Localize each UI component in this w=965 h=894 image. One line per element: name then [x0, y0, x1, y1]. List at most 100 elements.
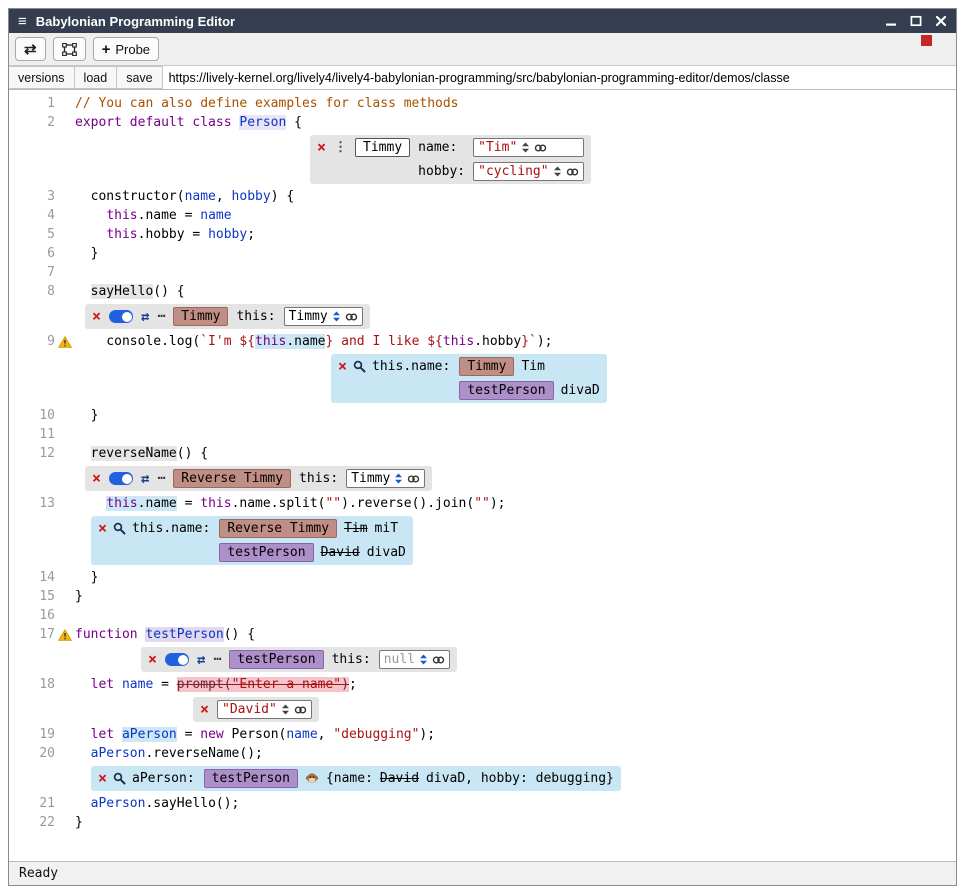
code-token: .name [286, 334, 325, 349]
switch-instance-icon[interactable]: ⇄ [141, 309, 149, 325]
code-line[interactable]: 3 constructor(name, hobby) { [9, 187, 956, 206]
code-token [114, 727, 122, 742]
drag-handle-icon[interactable]: ⋮ [334, 140, 347, 155]
value-box[interactable]: "David" [217, 700, 312, 719]
code-token: = [177, 496, 200, 511]
widget-close-button[interactable]: × [148, 653, 157, 666]
code-line[interactable]: 21 aPerson.sayHello(); [9, 794, 956, 813]
example-toggle-on[interactable] [109, 310, 133, 323]
example-toggle-on[interactable] [109, 472, 133, 485]
code-line[interactable]: 22} [9, 813, 956, 832]
this-selector[interactable]: Timmy [284, 307, 363, 326]
widget-close-button[interactable]: × [98, 522, 107, 535]
code-line[interactable]: 18 let name = prompt("Enter a name"); [9, 675, 956, 694]
probe-head: ×aPerson: [98, 771, 195, 786]
value-box[interactable]: "cycling" [473, 162, 583, 181]
code-line[interactable]: 2export default class Person { [9, 113, 956, 132]
this-selector[interactable]: null [379, 650, 450, 669]
code-text: } [75, 587, 83, 606]
example-toggle-on[interactable] [165, 653, 189, 666]
code-line[interactable]: 5 this.hobby = hobby; [9, 225, 956, 244]
this-selector[interactable]: Timmy [346, 469, 425, 488]
example-name-badge[interactable]: Timmy [173, 307, 228, 326]
example-name-badge[interactable]: Reverse Timmy [173, 469, 291, 488]
app-window: ≡ Babylonian Programming Editor ⇄ [8, 8, 957, 886]
code-line[interactable]: 11 [9, 425, 956, 444]
load-button[interactable]: load [74, 66, 118, 89]
swap-editors-button[interactable]: ⇄ [15, 37, 46, 61]
widget-close-button[interactable]: × [98, 772, 107, 785]
probe-value: divaD [367, 545, 406, 560]
code-line[interactable]: 1// You can also define examples for cla… [9, 94, 956, 113]
code-line[interactable]: 16 [9, 606, 956, 625]
line-gutter: 4 [9, 206, 75, 225]
switch-instance-icon[interactable]: ⇄ [197, 652, 205, 668]
widget-close-button[interactable]: × [92, 310, 101, 323]
widget-close-button[interactable]: × [338, 360, 347, 373]
status-text: Ready [19, 866, 58, 881]
code-text: let name = prompt("Enter a name"); [75, 675, 357, 694]
spinner-arrows-icon [394, 472, 403, 485]
instance-badge[interactable]: Reverse Timmy [219, 519, 337, 538]
code-line[interactable]: 14 } [9, 568, 956, 587]
code-line[interactable]: 17function testPerson() { [9, 625, 956, 644]
instance-badge[interactable]: testPerson [459, 381, 553, 400]
code-line[interactable]: 20 aPerson.reverseName(); [9, 744, 956, 763]
code-token: aPerson [91, 796, 146, 811]
minimize-button[interactable] [885, 15, 897, 27]
code-line[interactable]: 19 let aPerson = new Person(name, "debug… [9, 725, 956, 744]
menu-icon[interactable]: ≡ [18, 14, 27, 29]
versions-button[interactable]: versions [8, 66, 75, 89]
code-line[interactable]: 15} [9, 587, 956, 606]
code-text [75, 425, 83, 444]
more-options-icon[interactable]: ⋯ [157, 309, 165, 324]
code-token [75, 796, 91, 811]
more-options-icon[interactable]: ⋯ [213, 652, 221, 667]
widget-close-button[interactable]: × [317, 141, 326, 154]
code-token: () { [224, 627, 255, 642]
widget-row: ×⇄⋯Timmythis:Timmy [85, 304, 956, 329]
code-token: } [75, 246, 98, 261]
code-line[interactable]: 10 } [9, 406, 956, 425]
code-line[interactable]: 6 } [9, 244, 956, 263]
example-name-box[interactable]: Timmy [355, 138, 410, 157]
value-box[interactable]: "Tim" [473, 138, 583, 157]
spinner-arrows-icon [553, 165, 562, 178]
notification-badge[interactable] [921, 35, 932, 46]
save-button[interactable]: save [116, 66, 162, 89]
code-line[interactable]: 9 console.log(`I'm ${this.name} and I li… [9, 332, 956, 351]
code-line[interactable]: 8 sayHello() { [9, 282, 956, 301]
window-title: Babylonian Programming Editor [36, 14, 876, 29]
instance-badge[interactable]: testPerson [219, 543, 313, 562]
code-token: testPerson [145, 627, 223, 642]
code-line[interactable]: 12 reverseName() { [9, 444, 956, 463]
line-number: 7 [47, 265, 55, 280]
url-field[interactable]: https://lively-kernel.org/lively4/lively… [163, 66, 956, 89]
probe-value: Tim [521, 359, 544, 374]
close-button[interactable] [935, 15, 947, 27]
code-line[interactable]: 7 [9, 263, 956, 282]
code-line[interactable]: 13 this.name = this.name.split("").rever… [9, 494, 956, 513]
instance-badge[interactable]: testPerson [204, 769, 298, 788]
maximize-button[interactable] [910, 15, 922, 27]
line-number: 9 [47, 334, 55, 349]
monkey-emoji-icon [305, 772, 319, 785]
instance-badge[interactable]: Timmy [459, 357, 514, 376]
code-text [75, 263, 83, 282]
line-gutter: 16 [9, 606, 75, 625]
add-probe-button[interactable]: + Probe [93, 37, 159, 61]
inspect-frame-button[interactable] [53, 37, 86, 61]
example-name-badge[interactable]: testPerson [229, 650, 323, 669]
code-token: .hobby [474, 334, 521, 349]
switch-instance-icon[interactable]: ⇄ [141, 471, 149, 487]
code-editor[interactable]: 1// You can also define examples for cla… [9, 90, 956, 861]
code-text: this.name = this.name.split("").reverse(… [75, 494, 506, 513]
code-token [75, 677, 91, 692]
more-options-icon[interactable]: ⋯ [157, 471, 165, 486]
code-token: , [318, 727, 334, 742]
code-token: constructor( [75, 189, 185, 204]
code-line[interactable]: 4 this.name = name [9, 206, 956, 225]
line-number: 14 [39, 570, 55, 585]
widget-close-button[interactable]: × [200, 703, 209, 716]
widget-close-button[interactable]: × [92, 472, 101, 485]
